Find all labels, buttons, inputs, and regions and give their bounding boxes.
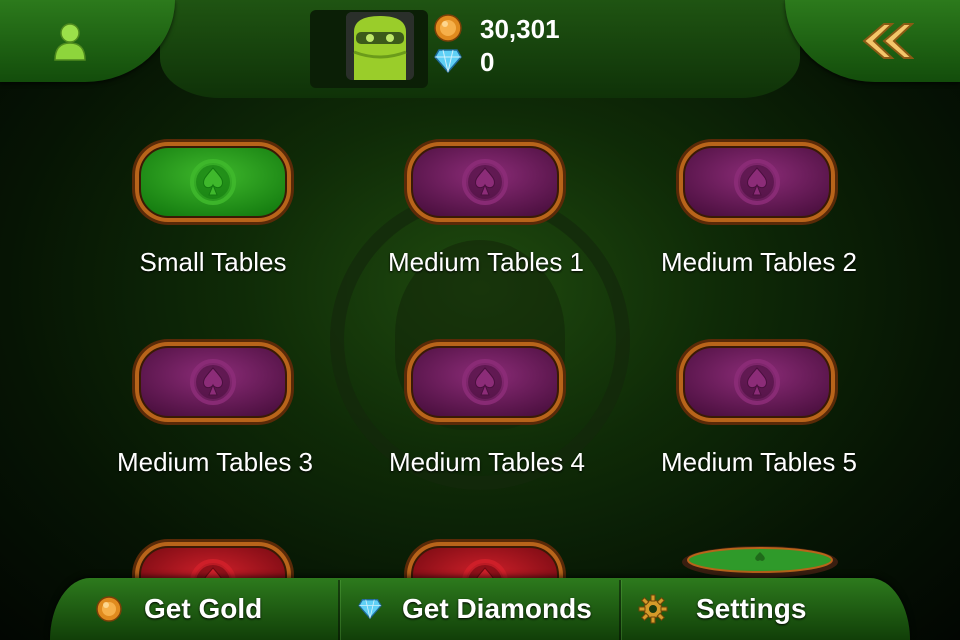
table-button-row3-2[interactable]	[402, 537, 568, 579]
get-gold-button[interactable]: Get Gold	[96, 578, 336, 640]
gold-coin-icon	[434, 14, 462, 42]
table-button-medium-tables-4[interactable]	[402, 337, 568, 427]
table-label-medium-tables-5: Medium Tables 5	[660, 447, 858, 477]
spade-icon	[190, 359, 236, 405]
spade-icon	[462, 359, 508, 405]
gold-coin-icon	[96, 596, 122, 622]
table-button-small-tables[interactable]	[130, 137, 296, 227]
table-button-medium-tables-1[interactable]	[402, 137, 568, 227]
settings-label: Settings	[696, 593, 807, 624]
avatar[interactable]	[346, 12, 414, 80]
get-gold-label: Get Gold	[144, 593, 263, 624]
table-button-medium-tables-3[interactable]	[130, 337, 296, 427]
table-label-medium-tables-3: Medium Tables 3	[116, 447, 314, 477]
spade-icon	[190, 159, 236, 205]
table-label-medium-tables-4: Medium Tables 4	[388, 447, 586, 477]
gold-balance: 30,301	[480, 14, 560, 44]
table-label-small-tables: Small Tables	[139, 247, 287, 277]
double-chevron-left-icon[interactable]	[858, 20, 915, 62]
get-diamonds-button[interactable]: Get Diamonds	[358, 578, 618, 640]
table-button-medium-tables-2[interactable]	[674, 137, 840, 227]
user-silhouette-icon[interactable]	[52, 22, 88, 62]
table-label-medium-tables-2: Medium Tables 2	[660, 247, 858, 277]
table-label-medium-tables-1: Medium Tables 1	[387, 247, 585, 277]
diamond-icon	[358, 598, 382, 620]
bottom-divider	[338, 580, 340, 640]
spade-icon	[734, 359, 780, 405]
spade-icon	[462, 159, 508, 205]
get-diamonds-label: Get Diamonds	[402, 593, 592, 624]
poker-table-button[interactable]	[680, 540, 846, 580]
table-button-medium-tables-5[interactable]	[674, 337, 840, 427]
diamond-balance: 0	[480, 47, 495, 77]
settings-button[interactable]: Settings	[638, 578, 878, 640]
spade-icon	[734, 159, 780, 205]
diamond-icon	[434, 48, 462, 74]
gear-icon	[638, 594, 668, 624]
bottom-divider	[619, 580, 621, 640]
table-button-row3-1[interactable]	[130, 537, 296, 579]
